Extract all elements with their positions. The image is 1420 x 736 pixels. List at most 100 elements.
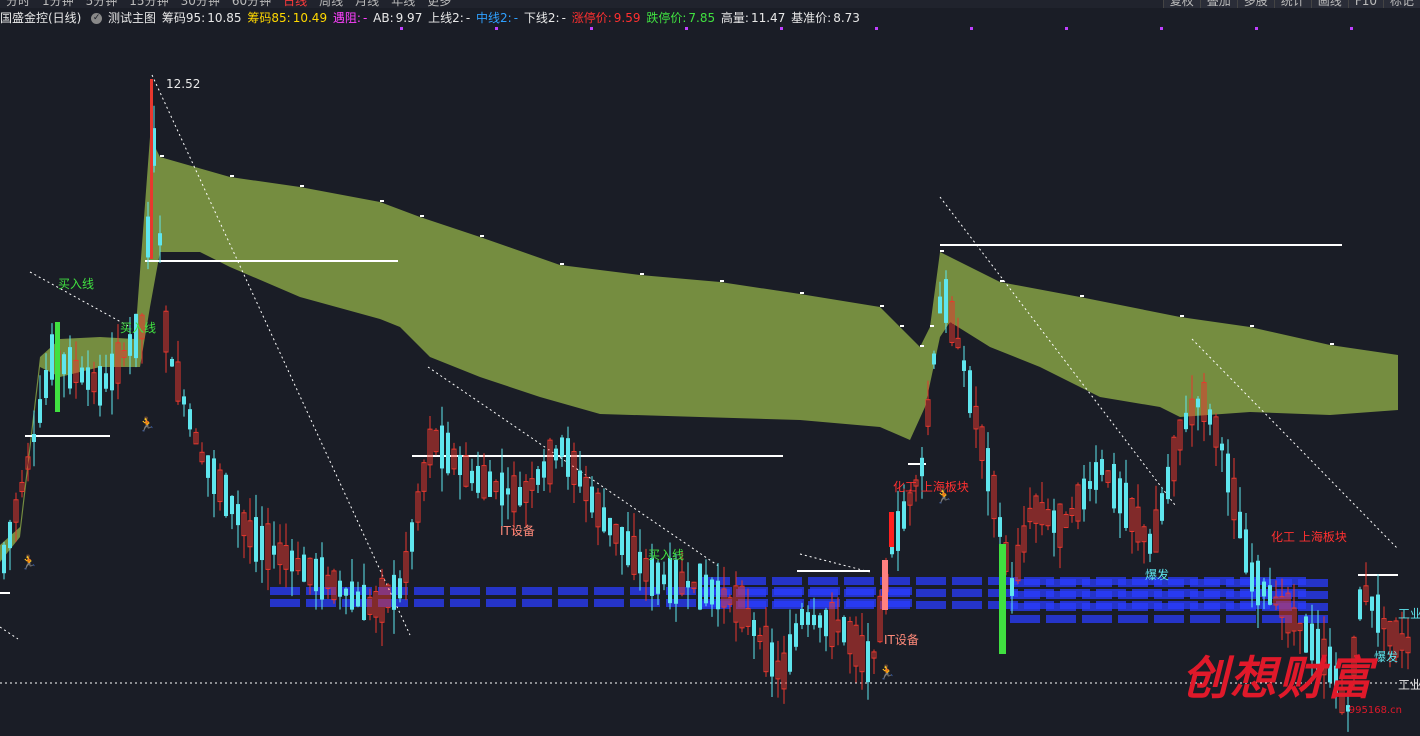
sector-text-block (630, 587, 660, 595)
tool-button-6[interactable]: 标记 (1382, 0, 1420, 8)
purple-tick (1255, 27, 1258, 30)
band-dot (800, 292, 804, 294)
candle-body (818, 615, 822, 628)
purple-tick (1065, 27, 1068, 30)
sector-text-block (844, 577, 874, 585)
candle-body (968, 370, 972, 414)
period-tab-7[interactable]: 周线 (319, 0, 343, 8)
candle-body (794, 623, 798, 647)
band-dot (1330, 343, 1334, 345)
lower2-label: 下线2: (523, 11, 560, 25)
candle-body (1010, 578, 1014, 596)
period-tab-6[interactable]: 日线 (283, 0, 307, 8)
sector-text-block (772, 589, 802, 597)
period-tab-2[interactable]: 5分钟 (86, 0, 118, 8)
buy-line-label-3: 买入线 (648, 548, 684, 562)
candle-body (62, 354, 66, 375)
candle-body (110, 353, 114, 391)
sector-text-block (1262, 579, 1292, 587)
period-tab-5[interactable]: 60分钟 (232, 0, 271, 8)
period-tab-4[interactable]: 30分钟 (181, 0, 220, 8)
chip85-label: 筹码85: (247, 11, 291, 25)
candle-body (710, 579, 714, 605)
purple-tick (1160, 27, 1163, 30)
period-tab-0[interactable]: 分时 (6, 0, 30, 8)
cost-band (0, 137, 1398, 562)
band-dot (1000, 280, 1004, 282)
tool-button-5[interactable]: F10 (1347, 0, 1383, 8)
candle-body (302, 554, 306, 582)
tool-button-2[interactable]: 多股 (1236, 0, 1274, 8)
band-dot (300, 185, 304, 187)
sector-text-block (1298, 579, 1328, 587)
formula-name[interactable]: 测试主图 (108, 11, 156, 25)
resist-value: - (362, 11, 368, 25)
sector-text-block (952, 589, 982, 597)
circle-check-icon[interactable]: ✓ (91, 13, 103, 24)
period-tab-1[interactable]: 1分钟 (42, 0, 74, 8)
trend-line (0, 626, 19, 640)
sector-text-block (916, 589, 946, 597)
sector-text-block (1298, 603, 1328, 611)
tool-button-0[interactable]: 复权 (1162, 0, 1200, 8)
svg-text:🏃: 🏃 (20, 554, 37, 571)
candle-body (1052, 510, 1056, 533)
indicator-info-bar: 国盛金控(日线) ✓ 测试主图 筹码95: 10.85 筹码85: 10.49 遇阻… (0, 9, 1420, 27)
purple-tick (685, 27, 688, 30)
candle-body (1082, 478, 1086, 510)
candle-highlight (882, 560, 888, 610)
buy-line-label-2: 买入线 (120, 321, 156, 335)
sector-text-block (1046, 579, 1076, 587)
candle-body (314, 558, 318, 592)
period-tab-10[interactable]: 更多 (427, 0, 451, 8)
band-dot (900, 325, 904, 327)
ab-label: AB: (373, 11, 394, 25)
candle-body (800, 608, 804, 626)
sector-text-block (1190, 579, 1220, 587)
candle-body (230, 495, 234, 515)
band-dot (560, 263, 564, 265)
it-equipment-label-1: IT设备 (500, 524, 535, 538)
sector-text-block (772, 601, 802, 609)
candle-body (932, 353, 936, 365)
candle-body (320, 557, 324, 600)
purple-tick (400, 27, 403, 30)
band-dot (930, 325, 934, 327)
sector-text-block (1190, 615, 1220, 623)
sector-text-block (1010, 579, 1040, 587)
candle-body (1196, 398, 1200, 408)
purple-tick (970, 27, 973, 30)
candle-body (650, 558, 654, 596)
sector-text-block (1154, 603, 1184, 611)
watermark-url: 995168.cn (1348, 705, 1402, 716)
tool-button-3[interactable]: 统计 (1273, 0, 1311, 8)
chip95-label: 筹码95: (161, 11, 206, 25)
candle-highlight (150, 79, 153, 259)
stock-name[interactable]: 国盛金控(日线) (0, 11, 81, 25)
period-tab-9[interactable]: 年线 (391, 0, 415, 8)
candle-body (98, 366, 102, 406)
candle-body (1238, 511, 1242, 539)
candle-body (788, 634, 792, 672)
candle-body (1160, 493, 1164, 521)
period-tab-8[interactable]: 月线 (355, 0, 379, 8)
period-tab-3[interactable]: 15分钟 (129, 0, 168, 8)
candle-body (542, 461, 546, 478)
tool-button-1[interactable]: 叠加 (1199, 0, 1237, 8)
purple-tick (780, 27, 783, 30)
sector-text-overlay (270, 577, 1328, 623)
candle-body (962, 360, 966, 371)
candle-body (1112, 463, 1116, 509)
candle-body (1094, 462, 1098, 490)
band-dot (940, 250, 944, 252)
purple-tick-marks (400, 27, 1353, 30)
band-dot (380, 200, 384, 202)
candle-body (686, 580, 690, 588)
sector-text-block (952, 577, 982, 585)
candle-body (536, 469, 540, 485)
candle-body (182, 396, 186, 405)
candle-body (998, 517, 1002, 537)
candle-body (104, 373, 108, 389)
tool-button-4[interactable]: 画线 (1310, 0, 1348, 8)
candlestick-chart[interactable]: 12.52 买入线 买入线 买入线 IT设备 IT设备 化工 上海板块 化工 上… (0, 27, 1420, 736)
